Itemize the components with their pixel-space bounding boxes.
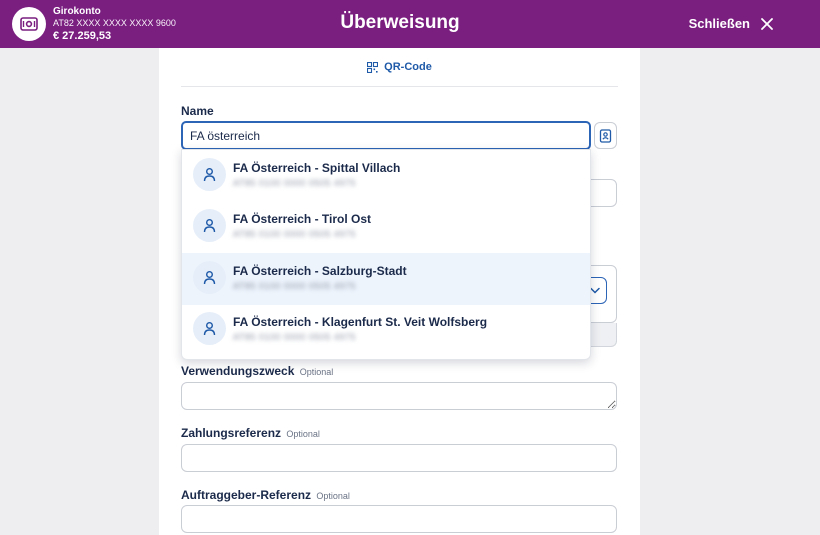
name-input[interactable] bbox=[181, 121, 591, 150]
person-icon bbox=[193, 261, 226, 294]
suggestion-item[interactable]: FA Österreich - Klagenfurt St. Veit Wolf… bbox=[182, 304, 590, 356]
suggestion-iban: AT85 0100 0000 0505 4975 bbox=[233, 332, 356, 342]
suggestion-name: FA Österreich - Spittal Villach bbox=[233, 161, 401, 175]
contacts-button[interactable] bbox=[594, 122, 617, 149]
purpose-label: Verwendungszweck Optional bbox=[181, 364, 333, 378]
payment-reference-input[interactable] bbox=[181, 444, 617, 472]
chevron-down-icon bbox=[590, 287, 600, 294]
person-icon bbox=[193, 158, 226, 191]
close-icon[interactable] bbox=[760, 17, 774, 31]
suggestion-name: FA Österreich - Klagenfurt St. Veit Wolf… bbox=[233, 315, 488, 329]
top-bar: Girokonto AT82 XXXX XXXX XXXX 9600 € 27.… bbox=[0, 0, 820, 48]
suggestion-item[interactable]: FA Österreich - Tirol Ost AT85 0100 0000… bbox=[182, 201, 590, 253]
payment-reference-optional: Optional bbox=[286, 429, 320, 439]
suggestion-name: FA Österreich - Tirol Ost bbox=[233, 212, 372, 226]
payer-reference-input[interactable] bbox=[181, 505, 617, 533]
name-label: Name bbox=[181, 104, 214, 118]
address-book-icon bbox=[599, 128, 612, 143]
qr-code-button[interactable]: QR-Code bbox=[181, 48, 618, 87]
payment-reference-label-text: Zahlungsreferenz bbox=[181, 426, 282, 440]
close-button[interactable]: Schließen bbox=[689, 16, 774, 31]
page-title: Überweisung bbox=[340, 12, 460, 33]
payer-reference-label: Auftraggeber-Referenz Optional bbox=[181, 488, 350, 502]
purpose-label-text: Verwendungszweck bbox=[181, 364, 295, 378]
payer-reference-optional: Optional bbox=[316, 491, 350, 501]
payer-reference-label-text: Auftraggeber-Referenz bbox=[181, 488, 312, 502]
purpose-optional: Optional bbox=[299, 367, 334, 377]
payment-reference-label: Zahlungsreferenz Optional bbox=[181, 426, 320, 440]
person-icon bbox=[193, 209, 226, 242]
suggestion-item-highlighted[interactable]: FA Österreich - Salzburg-Stadt AT85 0100… bbox=[182, 253, 590, 305]
qr-code-icon bbox=[367, 61, 379, 73]
suggestion-iban: AT85 0100 0000 0505 4975 bbox=[233, 281, 356, 291]
purpose-input[interactable] bbox=[181, 382, 617, 410]
suggestion-iban: AT85 0100 0000 0505 4975 bbox=[233, 178, 356, 188]
suggestion-iban: AT85 0100 0000 0505 4975 bbox=[233, 229, 356, 239]
suggestion-name: FA Österreich - Salzburg-Stadt bbox=[233, 264, 407, 278]
close-label: Schließen bbox=[688, 16, 750, 31]
name-suggestions-dropdown: FA Österreich - Spittal Villach AT85 010… bbox=[181, 149, 591, 360]
qr-code-label: QR-Code bbox=[384, 61, 432, 73]
suggestion-item[interactable]: FA Österreich - Spittal Villach AT85 010… bbox=[182, 150, 590, 202]
person-icon bbox=[193, 312, 226, 345]
